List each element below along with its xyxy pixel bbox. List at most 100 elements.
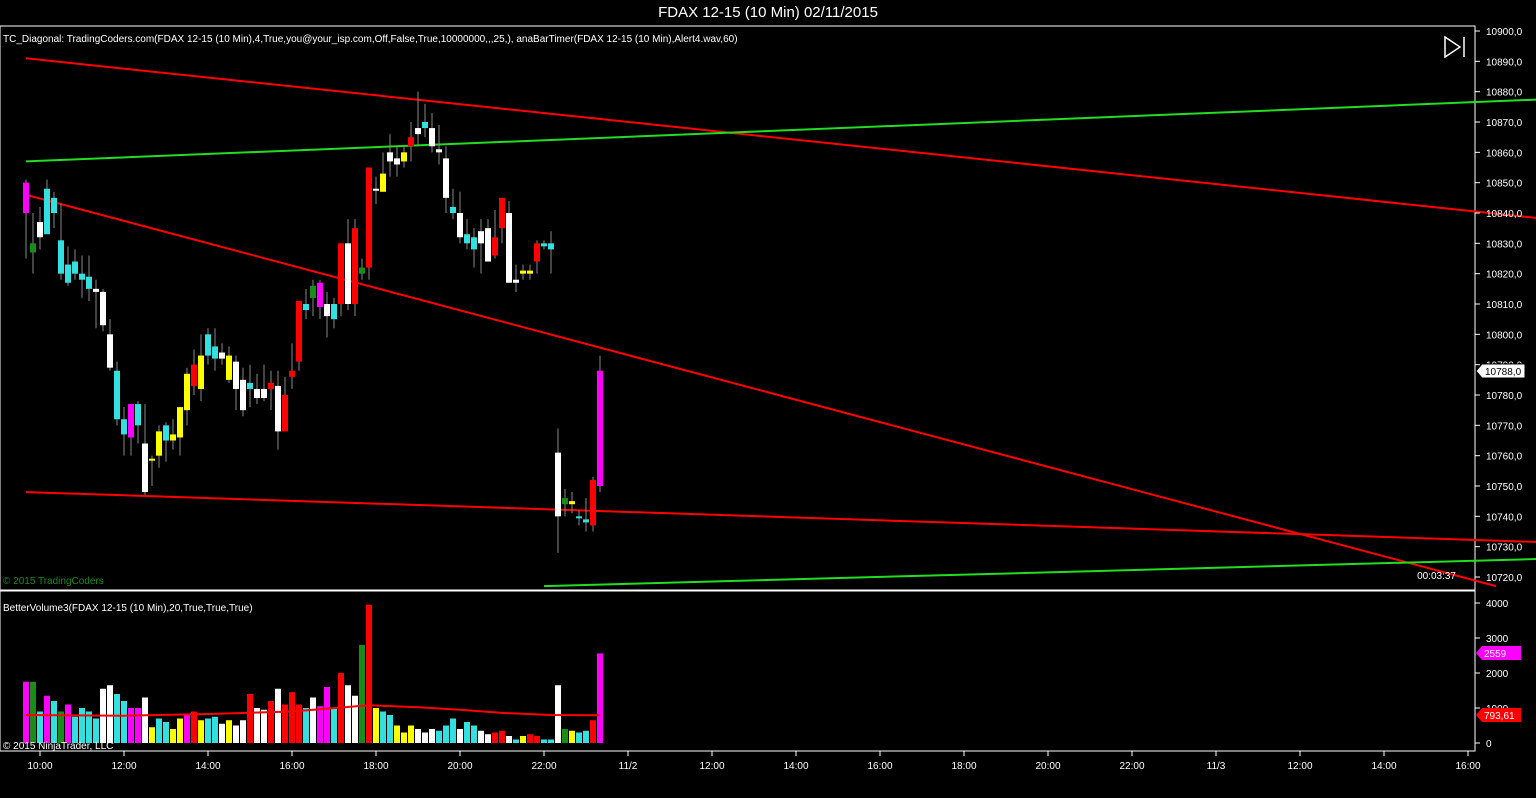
candle-body <box>422 122 428 129</box>
volume-bar <box>240 720 246 743</box>
volume-bar <box>485 734 491 743</box>
volume-bar <box>408 725 414 743</box>
candle-body <box>513 279 519 283</box>
time-tick-label: 10:00 <box>27 761 52 772</box>
candle-body <box>79 273 85 280</box>
volume-bar <box>23 681 29 743</box>
candle-body <box>534 243 540 262</box>
candle-body <box>597 370 603 486</box>
time-tick-label: 12:00 <box>699 761 724 772</box>
candle-body <box>492 237 498 256</box>
candle-body <box>296 300 302 362</box>
volume-bar <box>261 709 267 743</box>
candle-body <box>44 188 50 235</box>
candle-body <box>93 288 99 292</box>
time-tick-label: 16:00 <box>279 761 304 772</box>
candle-body <box>443 158 449 198</box>
price-tick-label: 10800,0 <box>1486 330 1523 341</box>
volume-bar <box>380 711 386 743</box>
candle-body <box>310 285 316 298</box>
candle-body <box>233 361 239 389</box>
volume-bar <box>415 729 421 743</box>
candle-body <box>345 243 351 304</box>
volume-bar <box>576 732 582 743</box>
ninjatrader-copyright: © 2015 NinjaTrader, LLC <box>3 741 113 752</box>
price-axis[interactable]: 10900,0 10890,0 10880,0 10870,0 10860,0 10850… <box>1475 27 1523 584</box>
candle-body <box>289 370 295 377</box>
candle-body <box>135 404 141 426</box>
candle-body <box>569 501 575 505</box>
volume-bar <box>142 697 148 743</box>
price-tick-label: 10810,0 <box>1486 300 1523 311</box>
candle-body <box>401 152 407 162</box>
time-tick-label: 22:00 <box>1119 761 1144 772</box>
time-tick-label: 18:00 <box>363 761 388 772</box>
volume-bar <box>590 720 596 743</box>
volume-bar <box>499 730 505 743</box>
time-tick-label: 20:00 <box>1035 761 1060 772</box>
volume-bar <box>303 708 309 743</box>
candle-body <box>590 479 596 526</box>
candle-body <box>387 152 393 162</box>
volume-tick-label: 3000 <box>1486 634 1509 645</box>
candle-body <box>219 352 225 359</box>
candle-body <box>520 270 526 274</box>
volume-bar <box>149 727 155 743</box>
volume-tick-label: 4000 <box>1486 599 1509 610</box>
volume-bar <box>51 701 57 743</box>
volume-bar <box>583 730 589 743</box>
volume-bar <box>44 695 50 743</box>
candle-body <box>429 128 435 147</box>
bar-timer: 00:03:37 <box>1417 571 1456 582</box>
volume-bar <box>310 697 316 743</box>
time-tick-label: 11/2 <box>619 761 638 772</box>
candle <box>590 476 596 532</box>
candle-body <box>576 516 582 519</box>
candle-body <box>499 197 505 229</box>
time-tick-label: 14:00 <box>783 761 808 772</box>
volume-bar <box>114 694 120 743</box>
candle-body <box>30 243 36 253</box>
chart-area[interactable]: 10900,0 10890,0 10880,0 10870,0 10860,0 10850… <box>0 0 1536 798</box>
time-tick-label: 14:00 <box>1371 761 1396 772</box>
candle-body <box>485 228 491 262</box>
time-axis[interactable]: 10:00 12:00 14:00 16:00 18:00 20:00 22:00 11/2 1… <box>27 751 1481 772</box>
volume-bar <box>219 723 225 743</box>
volume-bar <box>345 685 351 743</box>
candle-body <box>240 379 246 411</box>
time-tick-label: 22:00 <box>531 761 556 772</box>
candle-body <box>436 149 442 153</box>
candle-body <box>555 452 561 517</box>
svg-text:10788,0: 10788,0 <box>1485 367 1522 378</box>
volume-bar <box>275 688 281 743</box>
candle-body <box>352 228 358 304</box>
price-tick-label: 10840,0 <box>1486 209 1523 220</box>
volume-bar <box>268 701 274 743</box>
candle-body <box>562 498 568 505</box>
candle-body <box>317 282 323 308</box>
candle-body <box>457 213 463 238</box>
volume-bar <box>429 729 435 743</box>
price-indicator-label: TC_Diagonal: TradingCoders.com(FDAX 12-1… <box>3 34 738 45</box>
volume-tick-label: 0 <box>1486 739 1492 750</box>
time-tick-label: 16:00 <box>867 761 892 772</box>
volume-bar <box>93 718 99 743</box>
candle-body <box>65 264 71 283</box>
volume-bar <box>352 695 358 743</box>
candle-body <box>149 458 155 461</box>
price-tick-label: 10770,0 <box>1486 421 1523 432</box>
volume-bar <box>394 725 400 743</box>
candle-body <box>37 222 43 238</box>
volume-axis[interactable]: 40003000200010000 <box>1475 599 1509 750</box>
volume-bar <box>534 736 540 743</box>
candle-body <box>275 385 281 432</box>
volume-bar <box>317 706 323 743</box>
svg-text:793,61: 793,61 <box>1484 711 1515 722</box>
candle-body <box>100 291 106 326</box>
volume-bar <box>492 732 498 743</box>
price-tick-label: 10890,0 <box>1486 57 1523 68</box>
candle <box>296 300 302 371</box>
candle-body <box>506 213 512 283</box>
candle-body <box>142 443 148 493</box>
candle-body <box>380 173 386 192</box>
